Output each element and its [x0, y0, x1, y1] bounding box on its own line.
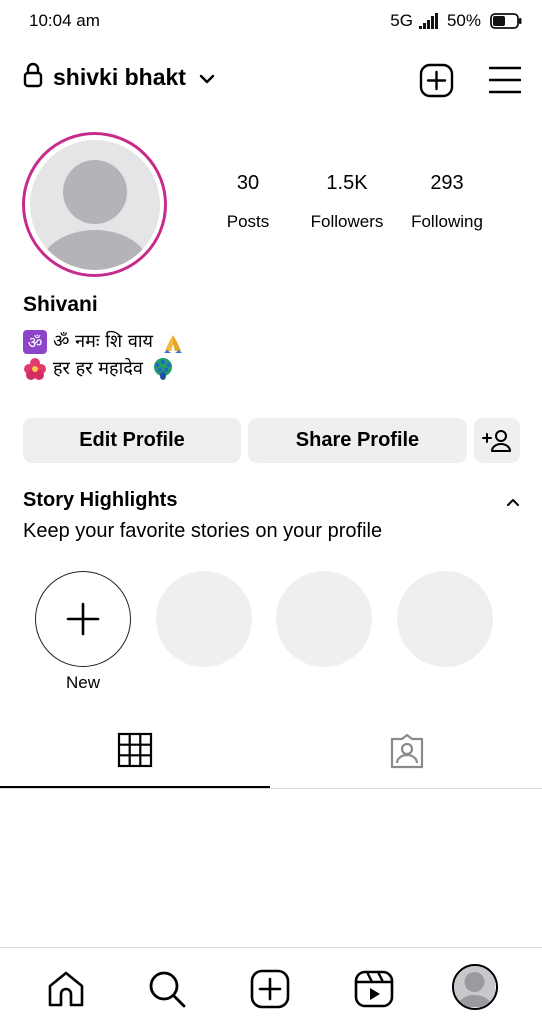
bio-text-1: ॐ नमः शि वाय — [53, 331, 153, 352]
status-bar: 10:04 am 5G 50% — [0, 0, 542, 42]
add-person-icon — [482, 429, 511, 452]
bio-text-2: हर हर महादेव — [53, 358, 143, 379]
following-count: 293 — [430, 172, 464, 194]
share-profile-button[interactable]: Share Profile — [248, 418, 467, 463]
nav-search[interactable] — [146, 968, 188, 1010]
svg-text:ॐ: ॐ — [28, 333, 43, 352]
highlights-title: Story Highlights — [23, 489, 178, 511]
stat-followers[interactable]: 1.5K Followers — [292, 172, 402, 232]
home-icon — [48, 971, 84, 1007]
highlight-placeholder — [276, 571, 372, 667]
chevron-down-icon[interactable] — [199, 72, 215, 86]
highlights-subtitle: Keep your favorite stories on your profi… — [23, 520, 383, 542]
username-switcher[interactable]: shivki bhakt — [53, 64, 186, 91]
discover-people-button[interactable] — [474, 418, 520, 463]
create-icon — [250, 969, 290, 1009]
profile-header: shivki bhakt — [0, 58, 542, 102]
highlight-placeholder — [397, 571, 493, 667]
plus-icon — [66, 602, 100, 636]
battery-icon — [490, 13, 522, 29]
om-symbol-icon: ॐ — [23, 329, 47, 354]
lock-icon — [23, 62, 43, 88]
search-icon — [149, 971, 186, 1008]
tab-posts-grid[interactable] — [0, 732, 270, 788]
followers-count: 1.5K — [326, 172, 368, 194]
bottom-navigation — [0, 947, 542, 1024]
bio-line: हर हर महादेव — [23, 355, 185, 382]
battery-percent: 50% — [446, 11, 481, 30]
tab-tagged[interactable] — [272, 732, 542, 788]
nav-create[interactable] — [249, 968, 291, 1010]
tab-divider — [0, 788, 542, 789]
network-type: 5G — [390, 11, 413, 30]
new-highlight-label: New — [65, 673, 100, 692]
menu-icon[interactable] — [489, 65, 521, 95]
stat-following[interactable]: 293 Following — [392, 172, 502, 232]
status-indicators: 5G 50% — [390, 11, 522, 31]
signal-icon — [418, 13, 438, 29]
status-time: 10:04 am — [29, 11, 100, 30]
profile-avatar-icon — [454, 966, 495, 1008]
hibiscus-icon — [24, 357, 46, 380]
nav-avatar — [452, 964, 498, 1010]
followers-label: Followers — [310, 212, 384, 231]
following-label: Following — [411, 212, 483, 231]
display-name: Shivani — [23, 293, 98, 316]
highlight-placeholder — [156, 571, 252, 667]
bio-line: ॐ ॐ नमः शि वाय — [23, 328, 185, 355]
new-highlight-button[interactable] — [35, 571, 131, 667]
caret-up-icon[interactable] — [505, 496, 521, 508]
nav-profile[interactable] — [452, 964, 498, 1010]
stat-posts[interactable]: 30 Posts — [193, 172, 303, 232]
posts-label: Posts — [226, 212, 270, 231]
new-post-icon[interactable] — [419, 63, 454, 98]
profile-stats: 30 Posts 1.5K Followers 293 Following — [0, 172, 542, 242]
nav-reels[interactable] — [353, 968, 395, 1010]
bio: ॐ ॐ नमः शि वाय हर हर महादेव — [23, 328, 185, 382]
folded-hands-icon — [163, 334, 182, 353]
reels-icon — [354, 970, 394, 1008]
nav-home[interactable] — [45, 968, 87, 1010]
tagged-icon — [390, 733, 424, 769]
grid-icon — [117, 732, 153, 768]
posts-count: 30 — [236, 172, 260, 194]
peacock-icon — [153, 357, 172, 380]
edit-profile-button[interactable]: Edit Profile — [23, 418, 241, 463]
